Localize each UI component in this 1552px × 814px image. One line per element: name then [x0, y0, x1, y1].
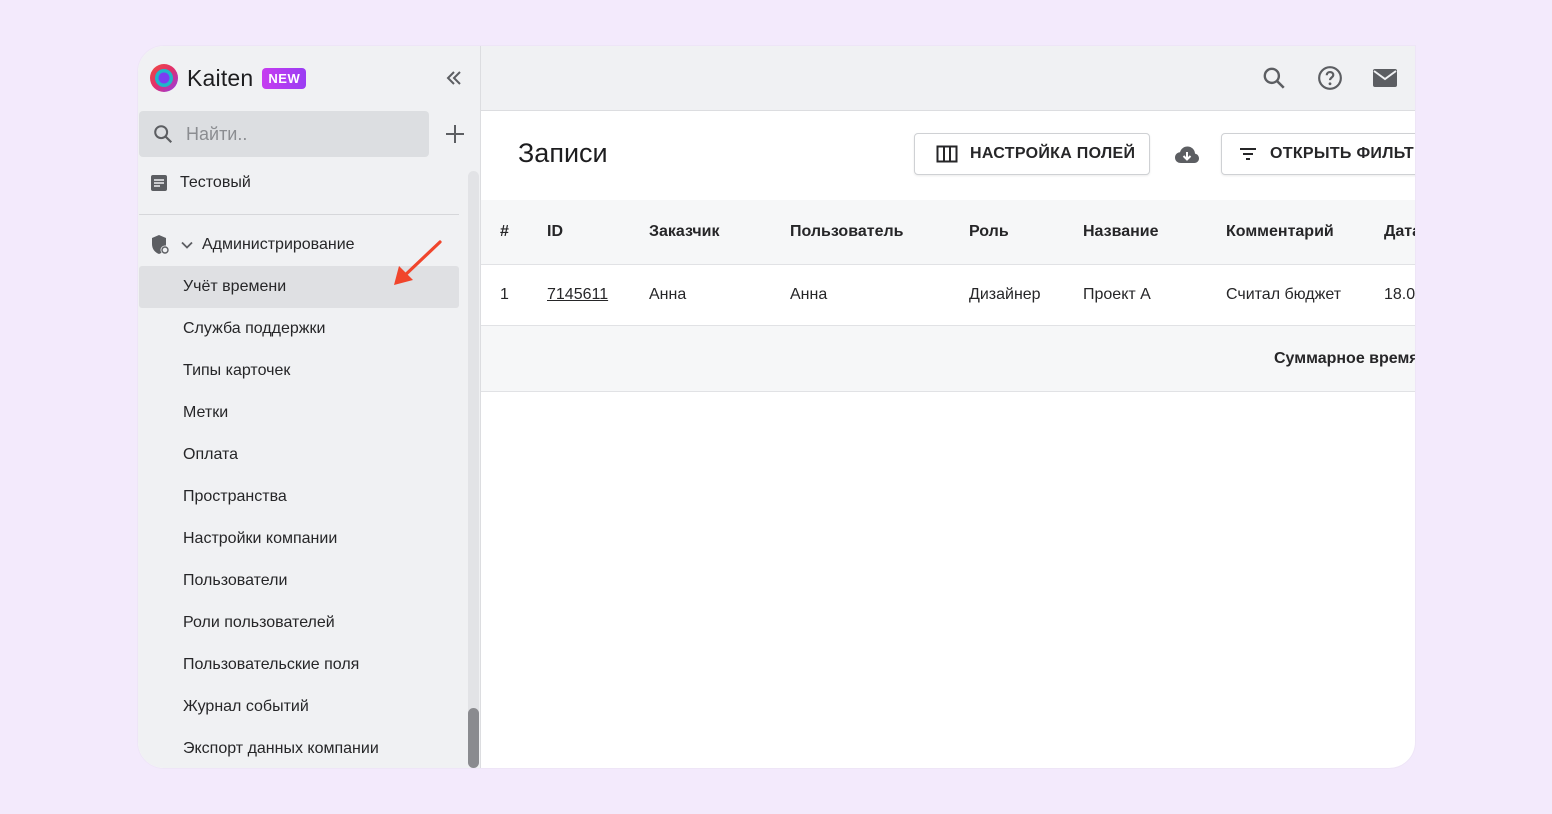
brand[interactable]: Kaiten NEW — [149, 63, 307, 93]
table-cell: 1 — [500, 286, 509, 303]
top-bar — [481, 46, 1415, 111]
space-item-label: Тестовый — [180, 174, 251, 191]
sidebar-item-spaces[interactable]: Пространства — [139, 476, 459, 518]
sidebar-item-custom-fields[interactable]: Пользовательские поля — [139, 644, 459, 686]
sidebar-scrollbar[interactable] — [468, 171, 479, 768]
mail-icon[interactable] — [1372, 65, 1398, 91]
scrollbar-thumb[interactable] — [468, 708, 479, 768]
admin-shield-icon — [152, 235, 170, 255]
column-header[interactable]: # — [500, 200, 509, 264]
chevron-down-icon — [181, 241, 193, 249]
field-settings-button[interactable]: НАСТРОЙКА ПОЛЕЙ — [914, 133, 1150, 175]
column-header[interactable]: Заказчик — [649, 200, 720, 264]
table-cell: Дизайнер — [969, 286, 1041, 303]
sidebar-item-tags[interactable]: Метки — [139, 392, 459, 434]
space-item-testovy[interactable]: Тестовый — [150, 172, 251, 194]
sidebar-item-company-settings[interactable]: Настройки компании — [139, 518, 459, 560]
column-header[interactable]: Комментарий — [1226, 200, 1334, 264]
sidebar-item-payment[interactable]: Оплата — [139, 434, 459, 476]
collapse-sidebar-icon[interactable] — [442, 66, 466, 90]
table-cell-id: 7145611 — [547, 265, 608, 325]
app-name: Kaiten — [187, 64, 254, 91]
new-badge: NEW — [262, 67, 307, 89]
search-input[interactable] — [184, 122, 408, 146]
table-cell: Анна — [649, 286, 687, 303]
column-header[interactable]: Роль — [969, 200, 1009, 264]
sidebar-item-time-tracking[interactable]: Учёт времени — [139, 266, 459, 308]
table-cell: 18.0 — [1384, 286, 1415, 303]
kaiten-logo-icon — [150, 64, 178, 92]
search-icon[interactable] — [1261, 65, 1287, 91]
sidebar-item-users[interactable]: Пользователи — [139, 560, 459, 602]
sidebar-item-data-export[interactable]: Экспорт данных компании — [139, 728, 459, 768]
columns-icon — [936, 145, 958, 163]
sidebar-search[interactable] — [139, 111, 429, 157]
sidebar-item-event-log[interactable]: Журнал событий — [139, 686, 459, 728]
total-time-label: Суммарное время — [1274, 349, 1415, 367]
field-settings-label: НАСТРОЙКА ПОЛЕЙ — [970, 145, 1136, 162]
records-table: # ID Заказчик Пользователь Роль Название… — [481, 200, 1415, 392]
help-icon[interactable] — [1317, 65, 1343, 91]
add-icon[interactable] — [444, 123, 466, 145]
open-filter-button[interactable]: ОТКРЫТЬ ФИЛЬТР — [1221, 133, 1415, 175]
sidebar-item-card-types[interactable]: Типы карточек — [139, 350, 459, 392]
app-window: Kaiten NEW Тестовый — [138, 46, 1415, 768]
filter-icon — [1240, 148, 1256, 160]
admin-section-toggle[interactable]: Администрирование — [150, 233, 355, 257]
document-icon — [151, 175, 167, 191]
column-header[interactable]: Название — [1083, 200, 1159, 264]
column-header[interactable]: Дата — [1384, 200, 1415, 264]
column-header[interactable]: ID — [547, 200, 563, 264]
sidebar-item-user-roles[interactable]: Роли пользователей — [139, 602, 459, 644]
table-cell: Считал бюджет — [1226, 286, 1342, 303]
table-row[interactable]: 1 7145611 Анна Анна Дизайнер Проект А Сч… — [481, 265, 1415, 326]
table-cell: Анна — [790, 286, 828, 303]
table-footer-row: Суммарное время — [481, 326, 1415, 392]
cloud-download-icon[interactable] — [1174, 144, 1200, 166]
page-title: Записи — [518, 138, 608, 168]
record-id-link[interactable]: 7145611 — [547, 286, 608, 304]
open-filter-label: ОТКРЫТЬ ФИЛЬТР — [1270, 145, 1415, 162]
sidebar-divider — [139, 214, 459, 215]
table-cell: Проект А — [1083, 286, 1151, 303]
sidebar-item-support[interactable]: Служба поддержки — [139, 308, 459, 350]
search-icon — [154, 125, 173, 144]
sidebar: Kaiten NEW Тестовый — [138, 46, 481, 768]
admin-section-title: Администрирование — [202, 236, 355, 253]
table-header-row: # ID Заказчик Пользователь Роль Название… — [481, 200, 1415, 265]
column-header[interactable]: Пользователь — [790, 200, 903, 264]
